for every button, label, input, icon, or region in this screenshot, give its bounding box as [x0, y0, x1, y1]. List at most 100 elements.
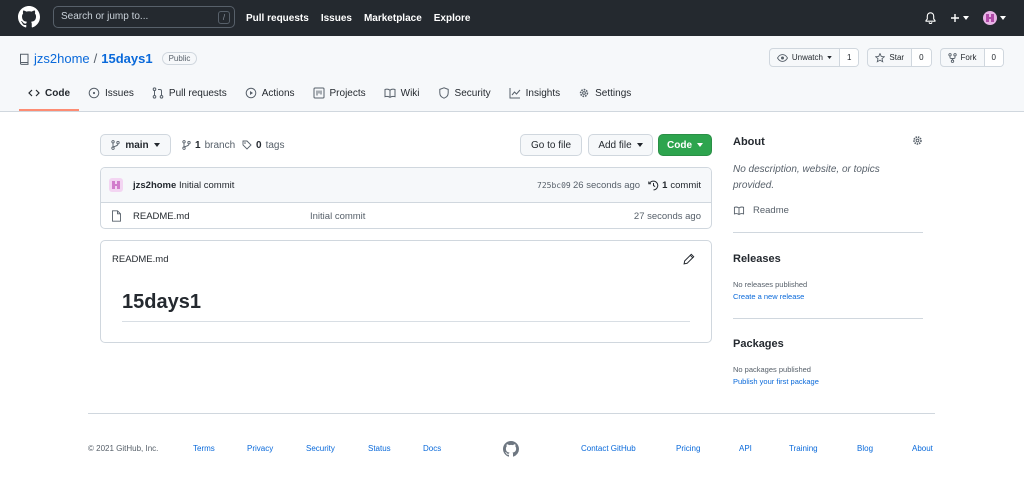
caret-down-icon: [636, 143, 643, 147]
tab-actions[interactable]: Actions: [236, 77, 304, 111]
gear-icon[interactable]: [912, 135, 923, 146]
tab-wiki[interactable]: Wiki: [375, 77, 429, 111]
commit-author-link[interactable]: jzs2home: [133, 180, 176, 191]
file-name-link[interactable]: README.md: [133, 211, 189, 222]
sidebar-divider: [733, 232, 923, 233]
tag-icon: [242, 140, 252, 150]
tab-insights[interactable]: Insights: [500, 77, 569, 111]
book-icon: [733, 206, 745, 216]
commit-count-label: commit: [670, 180, 701, 191]
footer-link-api[interactable]: API: [739, 444, 752, 453]
footer-link-status[interactable]: Status: [368, 444, 391, 453]
github-logo-icon[interactable]: [18, 6, 40, 28]
readme-link-label: Readme: [753, 205, 789, 216]
graph-icon: [509, 88, 521, 99]
stars-count[interactable]: 0: [912, 49, 931, 66]
tab-settings-label: Settings: [595, 87, 632, 99]
releases-title[interactable]: Releases: [733, 253, 781, 265]
go-to-file-label: Go to file: [530, 139, 572, 151]
watch-button-group: Unwatch 1: [768, 48, 860, 67]
repo-name-link[interactable]: 15days1: [101, 51, 152, 66]
commit-time: 26 seconds ago: [573, 180, 641, 191]
packages-title[interactable]: Packages: [733, 338, 784, 350]
packages-empty-text: No packages published: [733, 365, 811, 374]
nav-pull-requests[interactable]: Pull requests: [246, 13, 309, 24]
branch-icon: [111, 140, 120, 150]
search-shortcut-key: /: [218, 11, 230, 24]
create-new-dropdown[interactable]: [950, 13, 969, 23]
readme-panel: README.md 15days1: [100, 240, 712, 343]
star-label: Star: [889, 53, 905, 62]
commit-author-avatar[interactable]: [109, 178, 123, 192]
user-menu-dropdown[interactable]: [983, 11, 1006, 25]
readme-filename[interactable]: README.md: [112, 254, 168, 265]
create-release-link[interactable]: Create a new release: [733, 292, 804, 301]
tab-issues-label: Issues: [105, 87, 134, 99]
footer-link-docs[interactable]: Docs: [423, 444, 441, 453]
branch-icon: [182, 140, 191, 150]
add-file-button[interactable]: Add file: [588, 134, 653, 156]
add-file-label: Add file: [598, 139, 632, 151]
caret-down-icon: [827, 56, 832, 59]
footer-link-terms[interactable]: Terms: [193, 444, 215, 453]
commit-message-link[interactable]: Initial commit: [179, 180, 234, 191]
tab-settings[interactable]: Settings: [569, 77, 640, 111]
footer-link-training[interactable]: Training: [789, 444, 818, 453]
shield-icon: [438, 87, 449, 99]
tab-pull-requests-label: Pull requests: [168, 87, 227, 99]
book-icon: [384, 88, 396, 99]
repo-owner-link[interactable]: jzs2home: [34, 51, 90, 66]
plus-icon: [951, 14, 959, 22]
unwatch-button[interactable]: Unwatch: [770, 49, 840, 66]
readme-link[interactable]: Readme: [733, 205, 789, 216]
forks-count[interactable]: 0: [984, 49, 1003, 66]
search-placeholder: Search or jump to...: [61, 11, 149, 22]
tab-security[interactable]: Security: [429, 77, 500, 111]
nav-marketplace[interactable]: Marketplace: [364, 13, 422, 24]
branches-link[interactable]: 1 branch: [182, 134, 235, 156]
commit-history-link[interactable]: 1 commit: [648, 180, 701, 191]
pencil-icon[interactable]: [683, 253, 695, 265]
footer-link-blog[interactable]: Blog: [857, 444, 873, 453]
about-description: No description, website, or topics provi…: [733, 164, 880, 191]
commit-summary: jzs2home Initial commit: [133, 180, 234, 191]
tab-pull-requests[interactable]: Pull requests: [143, 77, 236, 111]
tab-projects[interactable]: Projects: [304, 77, 375, 111]
watchers-count[interactable]: 1: [839, 49, 859, 66]
nav-issues[interactable]: Issues: [321, 13, 352, 24]
search-input[interactable]: Search or jump to... /: [53, 6, 235, 28]
global-header: Search or jump to... / Pull requests Iss…: [0, 0, 1024, 36]
publish-package-link[interactable]: Publish your first package: [733, 377, 819, 386]
file-commit-message-link[interactable]: Initial commit: [310, 211, 365, 222]
footer-link-contact[interactable]: Contact GitHub: [581, 444, 636, 453]
bell-icon[interactable]: [925, 12, 936, 24]
footer-link-pricing[interactable]: Pricing: [676, 444, 700, 453]
pull-request-icon: [152, 87, 164, 99]
fork-button[interactable]: Fork: [941, 49, 985, 66]
repository-header: jzs2home / 15days1 Public Unwatch 1 Star…: [0, 36, 1024, 112]
footer-link-security[interactable]: Security: [306, 444, 335, 453]
footer-link-privacy[interactable]: Privacy: [247, 444, 273, 453]
branch-select-button[interactable]: main: [100, 134, 171, 156]
github-mark-icon[interactable]: [503, 441, 519, 457]
tab-projects-label: Projects: [329, 87, 366, 99]
tab-insights-label: Insights: [525, 87, 561, 99]
repo-title: jzs2home / 15days1 Public: [19, 51, 198, 66]
footer-link-about[interactable]: About: [912, 444, 933, 453]
gear-icon: [579, 88, 589, 98]
repo-icon: [19, 53, 29, 65]
star-button[interactable]: Star: [868, 49, 913, 66]
file-age: 27 seconds ago: [633, 211, 701, 222]
code-button[interactable]: Code: [658, 134, 712, 156]
tab-issues[interactable]: Issues: [79, 77, 143, 111]
branches-label: branch: [204, 139, 236, 151]
repo-actions: Unwatch 1 Star 0 Fork 0: [768, 48, 1004, 67]
caret-down-icon: [697, 143, 703, 147]
go-to-file-button[interactable]: Go to file: [520, 134, 582, 156]
nav-explore[interactable]: Explore: [434, 13, 471, 24]
tab-code[interactable]: Code: [19, 77, 79, 111]
readme-heading: 15days1: [122, 291, 201, 313]
commit-sha-link[interactable]: 725bc09: [537, 181, 571, 190]
file-navigation: main 1 branch 0 tags Go to file Add file…: [100, 134, 712, 156]
tags-link[interactable]: 0 tags: [242, 134, 284, 156]
